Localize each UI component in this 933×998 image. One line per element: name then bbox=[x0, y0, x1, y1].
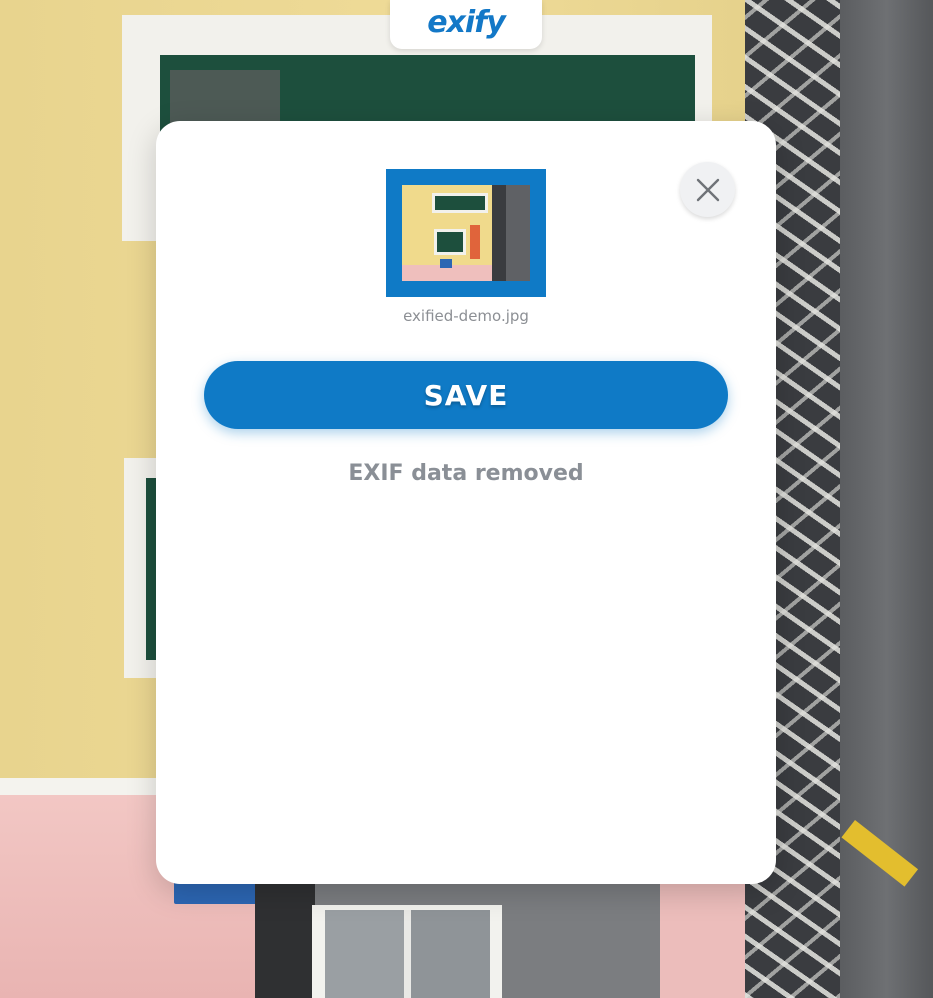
bg-dark-strip bbox=[255, 884, 315, 998]
logo: exify bbox=[427, 5, 506, 40]
thumb-poster bbox=[470, 225, 480, 259]
close-icon bbox=[696, 178, 719, 201]
thumb-sign bbox=[440, 259, 452, 268]
logo-tab[interactable]: exify bbox=[390, 0, 542, 49]
image-thumbnail bbox=[386, 169, 546, 297]
thumbnail-preview bbox=[402, 185, 530, 281]
thumb-sidewalk bbox=[492, 185, 506, 281]
thumb-door bbox=[432, 193, 488, 213]
status-message: EXIF data removed bbox=[348, 461, 584, 486]
bg-lower-window bbox=[325, 910, 490, 998]
thumb-window bbox=[434, 229, 466, 255]
thumb-road bbox=[506, 185, 530, 281]
file-name: exified-demo.jpg bbox=[403, 307, 529, 325]
save-button[interactable]: SAVE bbox=[204, 361, 728, 429]
result-modal: exified-demo.jpg SAVE EXIF data removed bbox=[156, 121, 776, 884]
close-button[interactable] bbox=[680, 162, 735, 217]
